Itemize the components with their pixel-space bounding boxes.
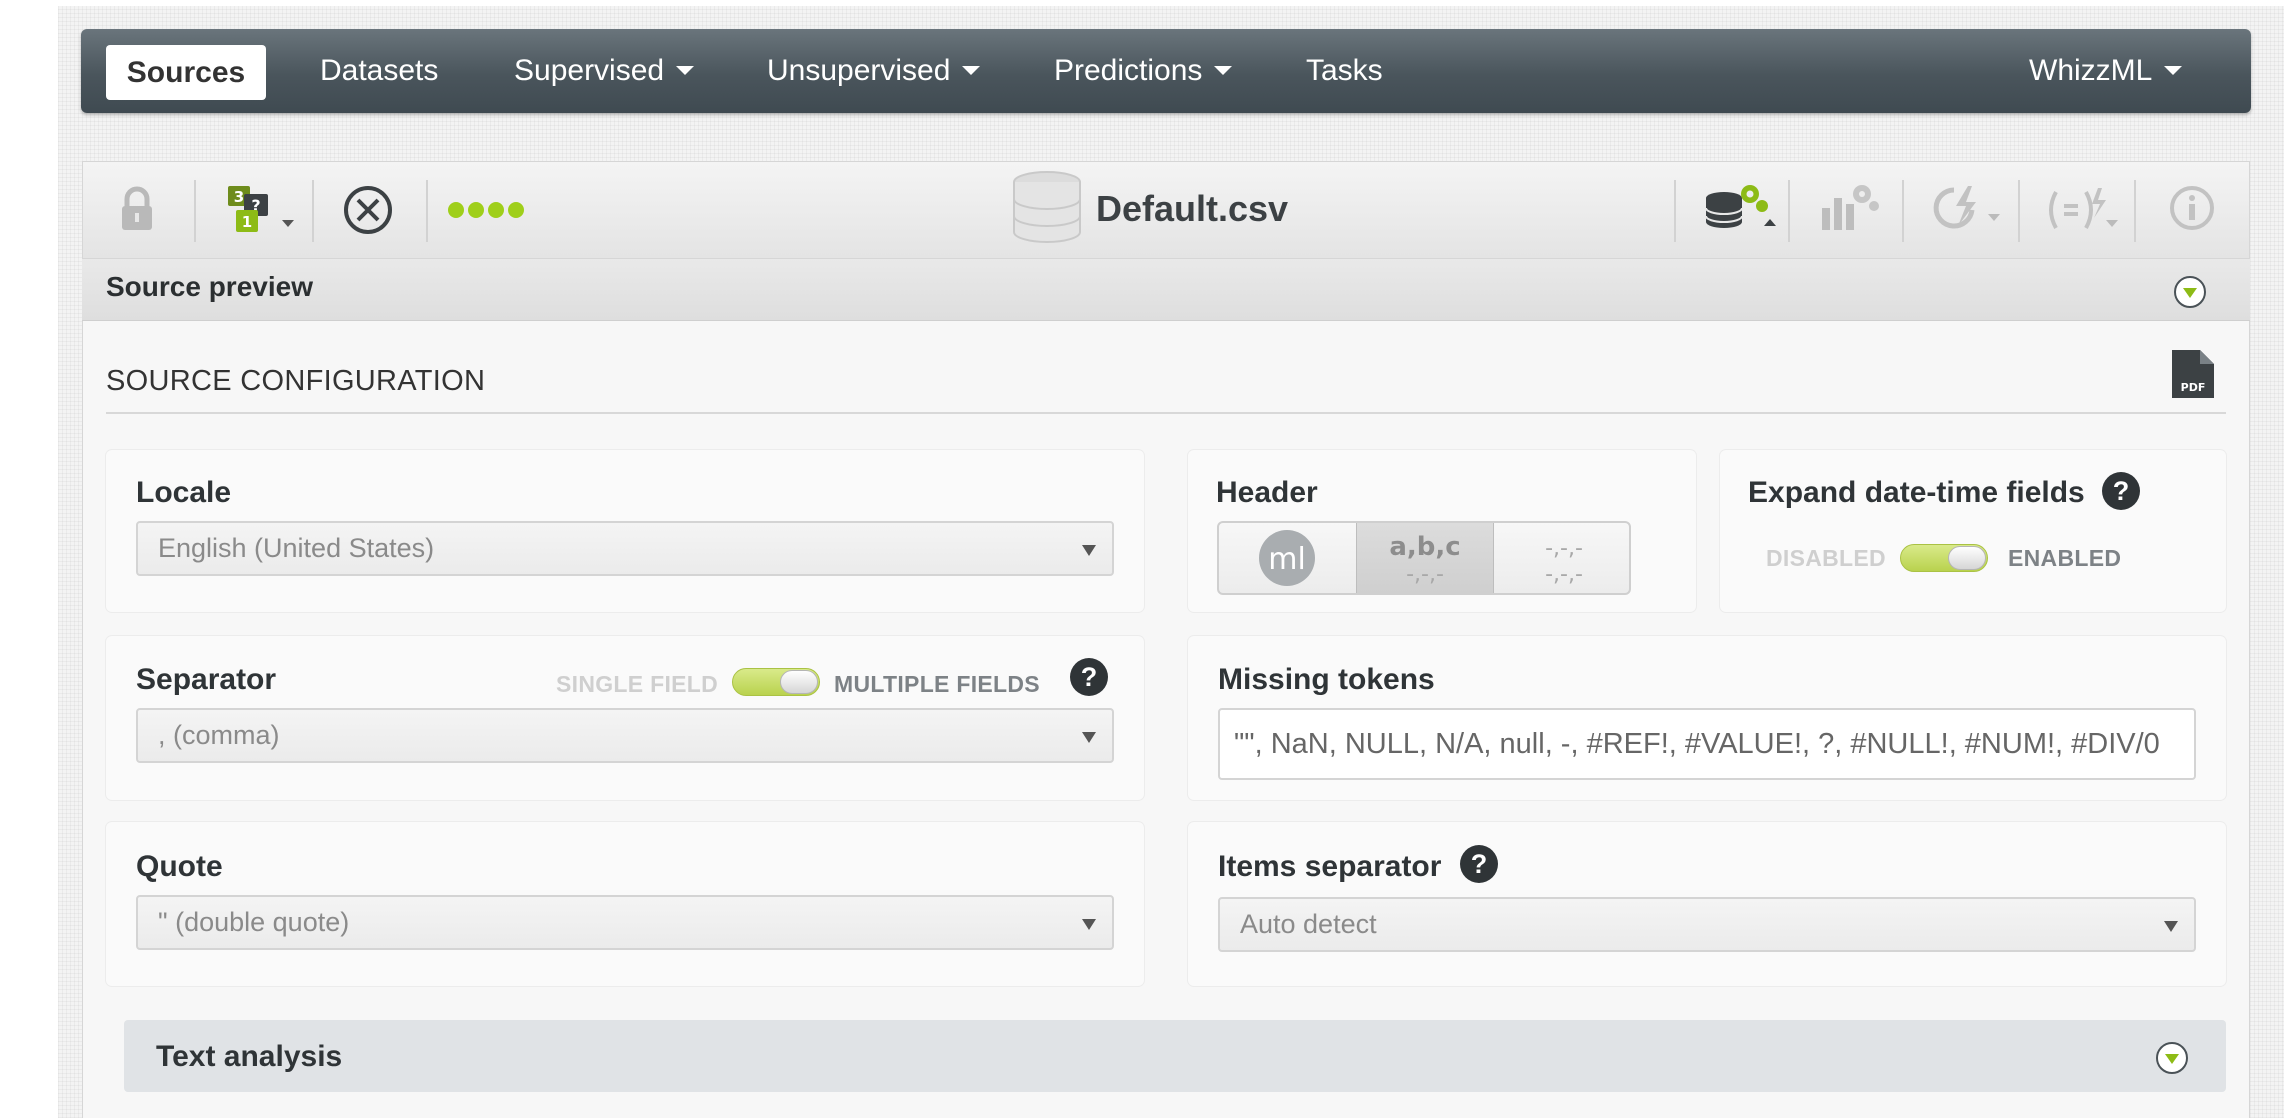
separator-toggle[interactable] [732,668,820,696]
nav-predictions[interactable]: Predictions [1054,29,1233,113]
separator-multiple-fields-label: MULTIPLE FIELDS [834,671,1040,697]
svg-text:ml: ml [1268,542,1306,577]
quote-select[interactable]: " (double quote) [136,895,1114,950]
nav-whizzml[interactable]: WhizzML [2029,29,2183,113]
help-icon[interactable]: ? [1070,658,1108,696]
expand-datetime-card [1720,450,2226,612]
items-separator-label: Items separator [1218,850,1442,883]
expand-toggle-icon[interactable] [2174,276,2206,308]
svg-text:-,-,-: -,-,- [1545,536,1583,561]
datetime-disabled-label: DISABLED [1766,545,1886,571]
toggle-knob [1948,546,1986,570]
source-preview-title: Source preview [106,271,313,302]
batch-icon[interactable] [1930,182,2006,234]
dropdown-arrow-icon [1082,545,1096,556]
separator-label: Separator [136,663,277,696]
toolbar-divider [2134,180,2136,242]
info-icon[interactable] [2168,184,2216,232]
nav-datasets[interactable]: Datasets [320,29,438,113]
source-preview-bar[interactable] [82,259,2250,321]
file-name-title: Default.csv [1096,188,1289,229]
toolbar-divider [1788,180,1790,242]
toolbar-divider [194,180,196,242]
separator-select[interactable]: , (comma) [136,708,1114,763]
toolbar-divider [2018,180,2020,242]
header-label: Header [1216,476,1318,509]
field-types-icon[interactable]: 3 ? 1 [226,184,298,236]
text-analysis-label: Text analysis [156,1040,343,1073]
source-configuration-title: SOURCE CONFIGURATION [106,365,486,397]
header-option-no-header[interactable]: -,-,- -,-,- [1494,523,1629,593]
text-analysis-bar[interactable] [124,1020,2226,1092]
svg-text:-,-,-: -,-,- [1406,562,1444,587]
chevron-down-icon [676,65,695,75]
header-row-icon: a,b,c -,-,- [1389,532,1460,587]
lock-icon[interactable] [118,186,156,232]
cancel-icon[interactable] [342,184,394,236]
toolbar-divider [426,180,428,242]
header-option-group: ml a,b,c -,-,- -,-,- -,-,- [1217,521,1631,595]
nav-tasks[interactable]: Tasks [1306,29,1383,113]
missing-tokens-label: Missing tokens [1218,663,1435,696]
toggle-knob [780,670,818,694]
svg-text:3: 3 [234,188,244,206]
separator-single-field-label: SINGLE FIELD [556,671,719,697]
locale-select[interactable]: English (United States) [136,521,1114,576]
formula-icon[interactable] [2044,184,2122,234]
expand-toggle-icon[interactable] [2156,1042,2188,1074]
toolbar-divider [312,180,314,242]
toolbar-divider [1902,180,1904,242]
model-icon[interactable] [1818,180,1880,234]
dropdown-arrow-icon [1082,732,1096,743]
datetime-enabled-label: ENABLED [2008,545,2122,571]
dataset-config-icon[interactable] [1702,178,1782,234]
progress-dots-icon [448,202,524,218]
chevron-down-icon [2164,65,2183,75]
svg-text:-,-,-: -,-,- [1545,562,1583,587]
pdf-download-icon[interactable]: PDF [2170,348,2216,400]
header-option-ml[interactable]: ml [1219,523,1356,593]
no-header-icon: -,-,- -,-,- [1545,536,1583,587]
quote-label: Quote [136,850,223,883]
nav-supervised[interactable]: Supervised [514,29,695,113]
toolbar-divider [1674,180,1676,242]
database-icon [1013,171,1081,243]
help-icon[interactable]: ? [2102,472,2140,510]
section-divider [106,412,2226,414]
datetime-toggle[interactable] [1900,544,1988,572]
svg-text:1: 1 [242,213,252,231]
locale-label: Locale [136,476,232,509]
dropdown-arrow-icon [1082,919,1096,930]
missing-tokens-input[interactable]: "", NaN, NULL, N/A, null, -, #REF!, #VAL… [1218,708,2196,780]
nav-unsupervised[interactable]: Unsupervised [767,29,981,113]
chevron-down-icon [1214,65,1233,75]
svg-text:PDF: PDF [2181,381,2206,394]
items-separator-select[interactable]: Auto detect [1218,897,2196,952]
chevron-down-icon [962,65,981,75]
help-icon[interactable]: ? [1460,845,1498,883]
svg-text:a,b,c: a,b,c [1389,532,1460,562]
header-option-first-row[interactable]: a,b,c -,-,- [1356,523,1494,593]
nav-sources[interactable]: Sources [106,45,266,100]
expand-datetime-label: Expand date-time fields [1748,476,2085,509]
ml-logo-icon: ml [1259,530,1315,586]
dropdown-arrow-icon [2164,921,2178,932]
